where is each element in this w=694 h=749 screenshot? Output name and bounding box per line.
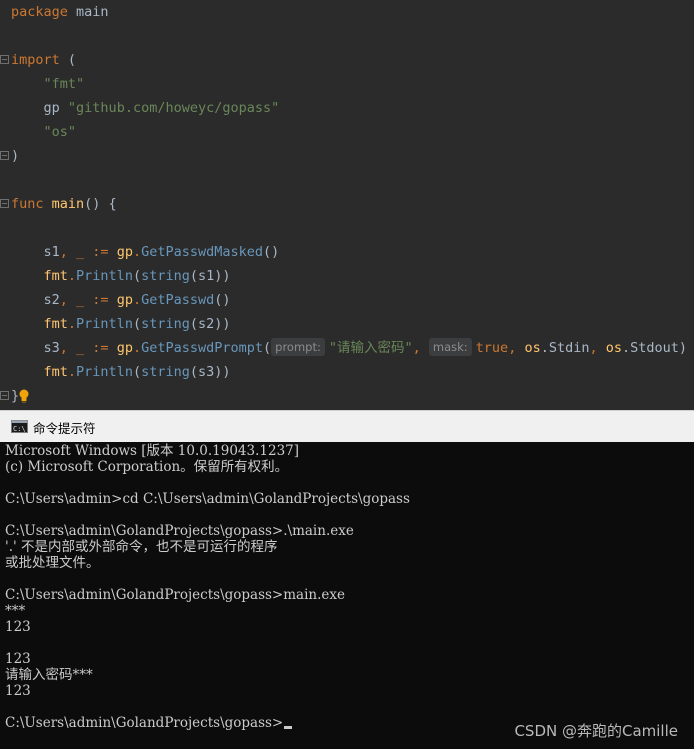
console-line: 123 xyxy=(5,651,31,667)
package-ref: fmt xyxy=(43,364,68,380)
console-line: C:\Users\admin\GolandProjects\gopass>mai… xyxy=(5,587,345,603)
method-call: Println xyxy=(76,268,133,284)
console-line: C:\Users\admin>cd C:\Users\admin\GolandP… xyxy=(5,491,410,507)
cmd-title-bar[interactable]: C:\ 命令提示符 xyxy=(0,410,694,442)
code-line-11: s1, _ := gp.GetPasswdMasked() xyxy=(43,244,280,260)
text-cursor xyxy=(284,726,293,729)
cmd-app-icon: C:\ xyxy=(11,420,28,433)
code-line-4: "fmt" xyxy=(11,72,85,96)
code-line-1: package main xyxy=(11,0,109,24)
fold-minus-icon[interactable] xyxy=(0,55,9,64)
method-call: Println xyxy=(76,364,133,380)
code-editor[interactable]: package main import ( "fmt" gp "github.c… xyxy=(0,0,694,410)
variable: s3 xyxy=(43,340,60,356)
console-line: 请输入密码*** xyxy=(5,667,93,683)
param-hint-mask: mask: xyxy=(428,338,472,356)
variable: s2 xyxy=(43,292,60,308)
console-line: 123 xyxy=(5,683,31,699)
code-line-3: import ( xyxy=(11,48,76,72)
punctuation: (s1)) xyxy=(189,268,231,284)
package-ref: os xyxy=(524,340,541,356)
operator: , _ := xyxy=(59,292,117,308)
keyword: func xyxy=(11,196,44,212)
console-line: 或批处理文件。 xyxy=(5,555,100,571)
string-literal: "fmt" xyxy=(43,76,85,92)
method-call: GetPasswdPrompt xyxy=(141,340,264,356)
builtin-fn: string xyxy=(141,316,190,332)
punctuation: , xyxy=(589,340,606,356)
fold-end-icon[interactable] xyxy=(0,151,9,160)
fold-end-icon[interactable] xyxy=(0,391,9,400)
code-line-14: fmt.Println(string(s2)) xyxy=(43,316,231,332)
function-name: main xyxy=(51,196,85,212)
fold-minus-icon[interactable] xyxy=(0,199,9,208)
keyword: package xyxy=(11,4,68,20)
lightbulb-icon[interactable] xyxy=(18,389,30,403)
package-ref: gp xyxy=(116,244,133,260)
punctuation: (s3)) xyxy=(189,364,231,380)
builtin-fn: string xyxy=(141,364,190,380)
package-ref: fmt xyxy=(43,268,68,284)
identifier: .Stdin xyxy=(540,340,590,356)
punctuation: ( xyxy=(67,52,77,68)
builtin-fn: string xyxy=(141,268,190,284)
code-line-9: func main() { xyxy=(11,192,117,216)
console-line: *** xyxy=(5,603,26,619)
keyword: true xyxy=(475,340,509,356)
string-literal: "os" xyxy=(43,124,77,140)
keyword: import xyxy=(11,52,60,68)
identifier: main xyxy=(76,4,109,20)
operator: , _ := xyxy=(59,244,117,260)
cmd-console[interactable]: Microsoft Windows [版本 10.0.19043.1237] (… xyxy=(0,442,694,749)
code-line-16: fmt.Println(string(s3)) xyxy=(43,364,231,380)
punctuation: ( xyxy=(263,340,272,356)
code-line-12: fmt.Println(string(s1)) xyxy=(43,268,231,284)
code-line-6: "os" xyxy=(11,120,77,144)
console-prompt-line[interactable]: C:\Users\admin\GolandProjects\gopass> xyxy=(5,715,293,731)
package-ref: gp xyxy=(116,292,133,308)
punctuation: () { xyxy=(84,196,117,212)
param-hint-prompt: prompt: xyxy=(271,338,325,356)
code-line-13: s2, _ := gp.GetPasswd() xyxy=(43,292,231,308)
console-line: C:\Users\admin\GolandProjects\gopass>.\m… xyxy=(5,523,354,539)
punctuation: () xyxy=(263,244,280,260)
console-line: Microsoft Windows [版本 10.0.19043.1237] xyxy=(5,443,300,459)
package-ref: gp xyxy=(116,340,133,356)
string-literal: "github.com/howeyc/gopass" xyxy=(67,100,280,116)
identifier: .Stdout) xyxy=(622,340,688,356)
code-line-15: s3, _ := gp.GetPasswdPrompt(prompt: "请输入密… xyxy=(43,338,688,356)
method-call: GetPasswd xyxy=(141,292,215,308)
punctuation: , xyxy=(508,340,525,356)
code-line-7: ) xyxy=(11,144,19,168)
punctuation: () xyxy=(214,292,231,308)
method-call: GetPasswdMasked xyxy=(141,244,264,260)
svg-text:C:\: C:\ xyxy=(13,425,26,433)
method-call: Println xyxy=(76,316,133,332)
console-prompt: C:\Users\admin\GolandProjects\gopass> xyxy=(5,715,284,731)
console-line: (c) Microsoft Corporation。保留所有权利。 xyxy=(5,459,289,475)
cmd-window-title: 命令提示符 xyxy=(33,421,96,436)
punctuation: (s2)) xyxy=(189,316,231,332)
string-literal: "请输入密码" xyxy=(328,340,413,356)
watermark: CSDN @奔跑的Camille xyxy=(514,722,678,740)
operator: , _ := xyxy=(59,340,117,356)
punctuation: ) xyxy=(11,148,20,164)
console-line: '.' 不是内部或外部命令，也不是可运行的程序 xyxy=(5,539,278,555)
package-ref: os xyxy=(605,340,623,356)
variable: s1 xyxy=(43,244,60,260)
console-line: 123 xyxy=(5,619,31,635)
identifier: gp xyxy=(43,100,60,116)
punctuation: , xyxy=(412,340,429,356)
package-ref: fmt xyxy=(43,316,68,332)
code-line-5: gp "github.com/howeyc/gopass" xyxy=(11,96,280,120)
